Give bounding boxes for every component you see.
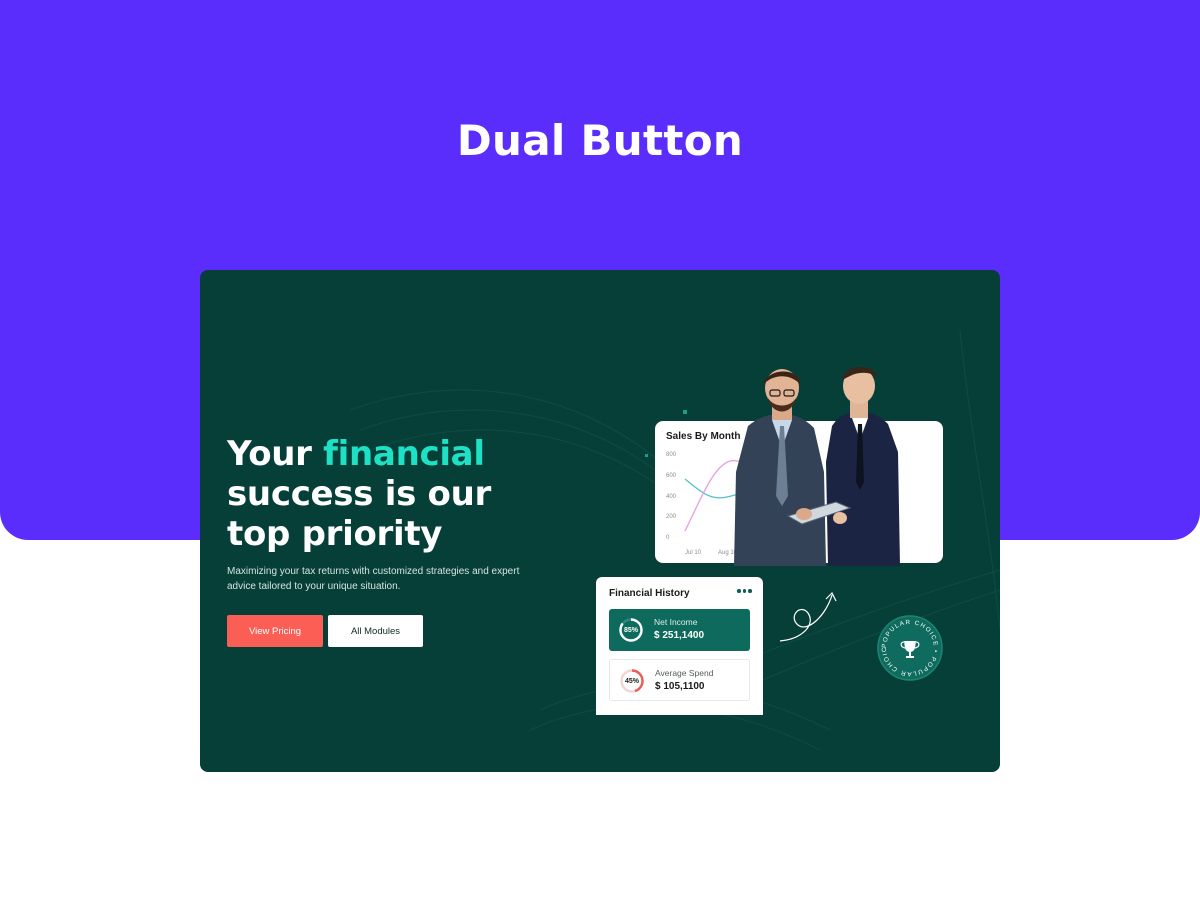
y-tick-800: 800 (666, 452, 677, 458)
net-income-label: Net Income (654, 617, 698, 627)
y-tick-200: 200 (666, 514, 677, 520)
y-tick-0: 0 (666, 535, 670, 541)
financial-history-title: Financial History (609, 588, 690, 599)
curved-arrow-icon (779, 591, 837, 642)
hero-headline: Your financial success is our top priori… (227, 434, 557, 554)
hero-subtext: Maximizing your tax returns with customi… (227, 566, 520, 592)
hero-section: Your financial success is our top priori… (200, 270, 1000, 772)
average-spend-value: $ 105,1100 (655, 681, 705, 692)
headline-part1: Your (227, 434, 324, 474)
y-tick-600: 600 (666, 473, 677, 479)
decor-square-2 (645, 454, 648, 457)
headline-accent: financial (323, 434, 485, 474)
financial-history-card: Financial History 85% Net Income $ 251,1… (596, 577, 763, 715)
net-income-stat: 85% Net Income $ 251,1400 (609, 609, 750, 651)
net-income-percent: 85% (623, 626, 638, 634)
average-spend-label: Average Spend (655, 668, 714, 678)
y-tick-400: 400 (666, 494, 677, 500)
x-tick-jul: Jul 10 (685, 550, 702, 556)
net-income-value: $ 251,1400 (654, 630, 705, 641)
decor-square-1 (683, 410, 687, 414)
popular-choice-badge: POPULAR CHOICE • POPULAR CHOICE • (876, 614, 943, 681)
average-spend-stat: 45% Average Spend $ 105,1100 (609, 659, 750, 701)
page-title: Dual Button (456, 116, 744, 165)
headline-part2: success is our top priority (227, 474, 491, 554)
view-pricing-button[interactable]: View Pricing (227, 615, 323, 647)
average-spend-percent: 45% (624, 677, 639, 685)
all-modules-button[interactable]: All Modules (328, 615, 423, 647)
business-people-image (734, 366, 900, 566)
more-options-icon[interactable] (737, 588, 753, 594)
